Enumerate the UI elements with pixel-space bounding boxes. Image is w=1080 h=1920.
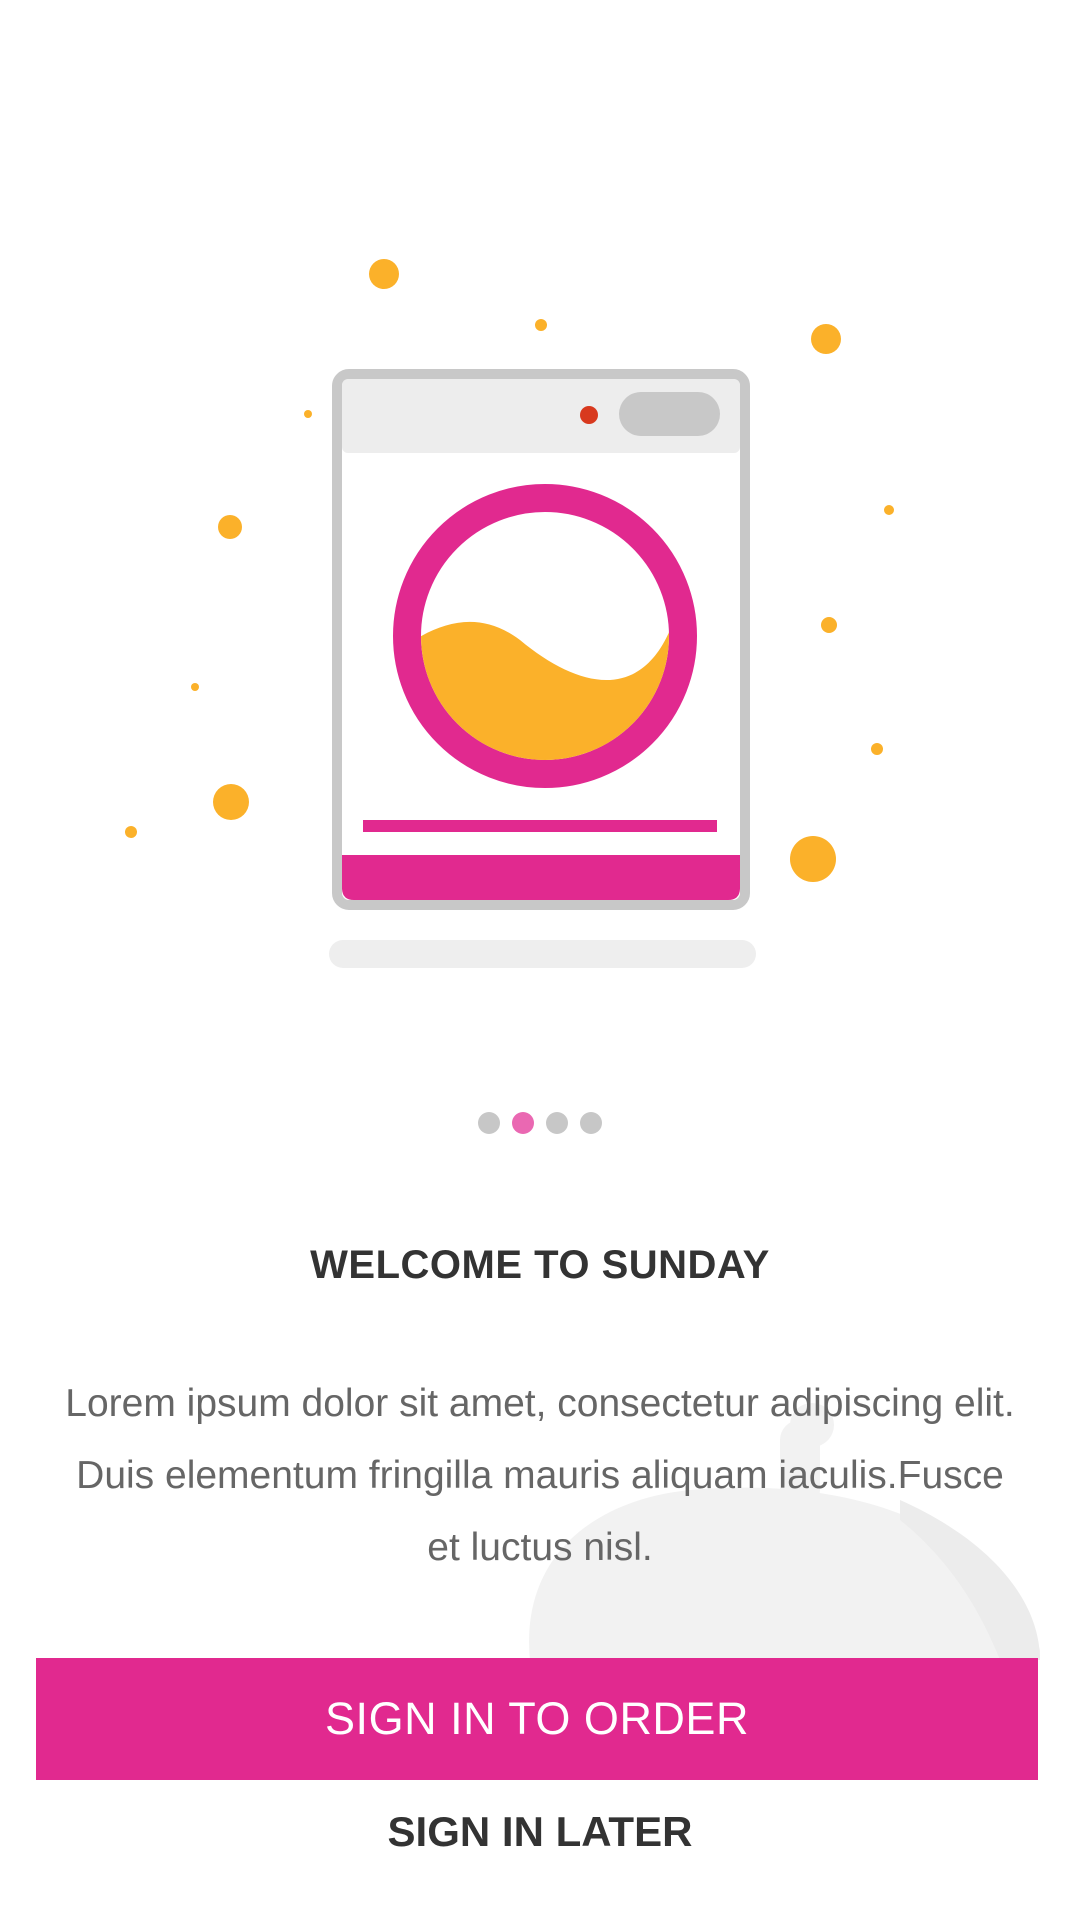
page-indicator xyxy=(0,1112,1080,1134)
sign-in-to-order-button[interactable]: SIGN IN TO ORDER xyxy=(36,1658,1038,1780)
washing-machine-illustration xyxy=(125,259,894,968)
sign-in-later-button[interactable]: SIGN IN LATER xyxy=(240,1800,840,1864)
page-dot-2-active[interactable] xyxy=(512,1112,534,1134)
page-dot-4[interactable] xyxy=(580,1112,602,1134)
page-dot-1[interactable] xyxy=(478,1112,500,1134)
machine-shadow xyxy=(329,940,756,968)
welcome-description: Lorem ipsum dolor sit amet, consectetur … xyxy=(65,1382,1015,1569)
indicator-light-icon xyxy=(580,406,598,424)
control-knob xyxy=(619,392,720,436)
page-dot-3[interactable] xyxy=(546,1112,568,1134)
welcome-title: WELCOME TO SUNDAY xyxy=(310,1243,770,1287)
